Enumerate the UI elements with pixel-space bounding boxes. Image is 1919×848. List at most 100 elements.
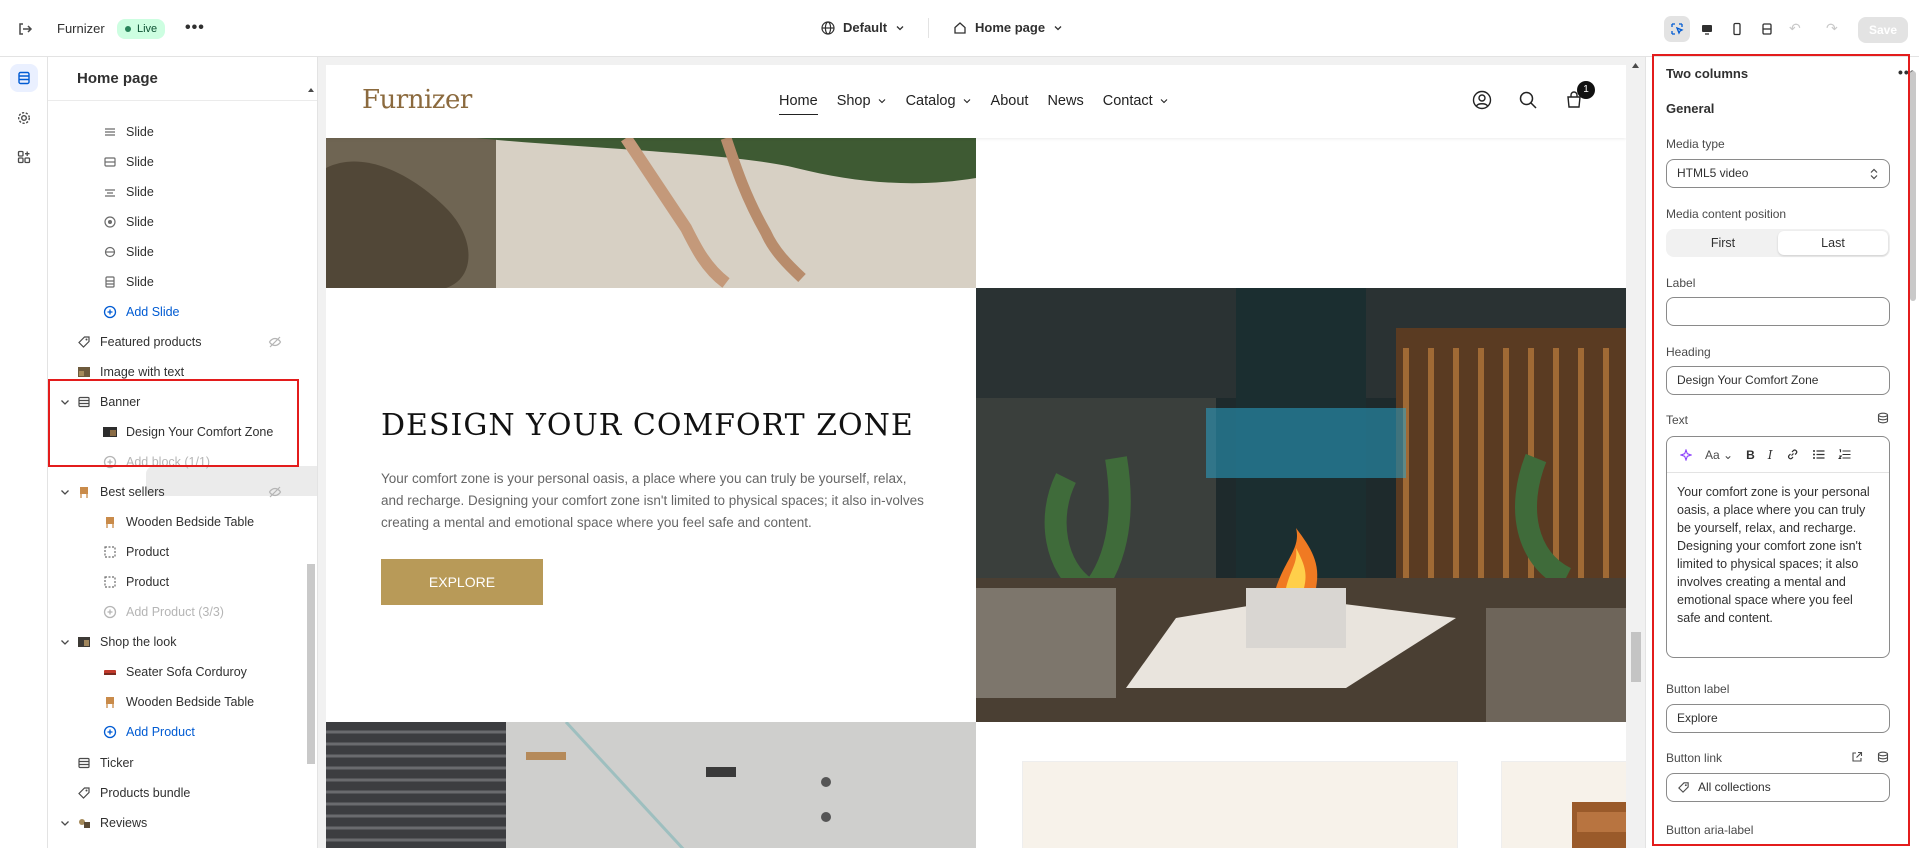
- section-products-bundle[interactable]: Products bundle: [48, 778, 303, 808]
- product-item[interactable]: Seater Sofa Corduroy: [48, 657, 303, 687]
- button-link-input[interactable]: All collections: [1666, 773, 1890, 802]
- highlight-box-left: [48, 379, 299, 467]
- item-label: Slide: [126, 185, 154, 199]
- section-best-sellers[interactable]: Best sellers: [48, 477, 303, 507]
- section-ticker[interactable]: Ticker: [48, 748, 303, 778]
- hidden-eye-icon[interactable]: [268, 335, 282, 349]
- more-actions-icon[interactable]: •••: [185, 19, 205, 37]
- apps-icon[interactable]: [10, 143, 38, 171]
- item-label: Product: [126, 545, 170, 559]
- button-aria-label: Button aria-label: [1666, 823, 1754, 837]
- section-shop-the-look[interactable]: Shop the look: [48, 627, 303, 657]
- explore-button[interactable]: EXPLORE: [381, 559, 543, 605]
- page-selector[interactable]: Home page: [953, 20, 1063, 35]
- item-label: Image with text: [100, 365, 185, 379]
- hidden-eye-icon[interactable]: [268, 485, 282, 499]
- scrollbar[interactable]: [304, 84, 317, 848]
- image-thumbnail-icon: [76, 815, 92, 831]
- placeholder-product-icon: [102, 574, 118, 590]
- banner-text-column: DESIGN YOUR COMFORT ZONE Your comfort zo…: [326, 288, 976, 722]
- slide-item[interactable]: Slide: [48, 207, 303, 237]
- add-product-button[interactable]: Add Product: [48, 717, 303, 747]
- rich-text-editor: Aa ⌄ B I Your comfort zone is your perso…: [1666, 436, 1890, 658]
- add-slide-button[interactable]: Add Slide: [48, 297, 303, 327]
- slide-item[interactable]: Slide: [48, 147, 303, 177]
- media-type-value: HTML5 video: [1677, 166, 1749, 180]
- media-type-select[interactable]: HTML5 video: [1666, 159, 1890, 188]
- product-item[interactable]: Product: [48, 567, 303, 597]
- settings-gear-icon[interactable]: [10, 104, 38, 132]
- button-label-input[interactable]: Explore: [1666, 704, 1890, 733]
- slide-icon: [102, 124, 118, 140]
- scrollbar-thumb[interactable]: [1631, 632, 1641, 682]
- scrollbar-thumb[interactable]: [307, 564, 315, 764]
- dynamic-source-icon[interactable]: [1877, 751, 1889, 763]
- nav-label: Catalog: [905, 93, 956, 109]
- dynamic-source-icon[interactable]: [1877, 412, 1889, 424]
- slide-item[interactable]: Slide: [48, 237, 303, 267]
- theme-selector[interactable]: Default: [821, 20, 905, 35]
- tag-icon: [76, 785, 92, 801]
- slide-item[interactable]: Slide: [48, 267, 303, 297]
- product-item[interactable]: Wooden Bedside Table: [48, 507, 303, 537]
- scroll-up-icon[interactable]: [307, 86, 315, 94]
- position-last-option[interactable]: Last: [1778, 231, 1888, 255]
- ai-sparkle-icon[interactable]: [1680, 448, 1692, 461]
- save-button[interactable]: Save: [1858, 17, 1908, 43]
- site-header: Furnizer Home Shop Catalog About News Co…: [326, 65, 1626, 138]
- italic-icon[interactable]: I: [1768, 448, 1773, 462]
- inspector-icon[interactable]: [1664, 16, 1690, 42]
- section-featured-products[interactable]: Featured products: [48, 327, 303, 357]
- position-first-option[interactable]: First: [1668, 231, 1778, 255]
- section-reviews[interactable]: Reviews: [48, 808, 303, 838]
- bold-icon[interactable]: B: [1746, 448, 1755, 462]
- redo-icon[interactable]: ↷: [1826, 20, 1838, 37]
- account-icon[interactable]: [1472, 90, 1492, 110]
- label-input[interactable]: [1666, 297, 1890, 326]
- chevron-down-icon[interactable]: [59, 817, 71, 829]
- numbered-list-icon[interactable]: [1837, 448, 1851, 461]
- slide-item[interactable]: Slide: [48, 117, 303, 147]
- nav-shop[interactable]: Shop: [837, 93, 887, 109]
- nav-catalog[interactable]: Catalog: [906, 93, 972, 109]
- product-item[interactable]: Wooden Bedside Table: [48, 687, 303, 717]
- preview-scrollbar[interactable]: [1626, 57, 1645, 848]
- external-link-icon[interactable]: [1851, 751, 1863, 763]
- nav-news[interactable]: News: [1047, 93, 1083, 109]
- fullscreen-view-icon[interactable]: [1754, 16, 1780, 42]
- item-label: Ticker: [100, 756, 134, 770]
- heading-input[interactable]: Design Your Comfort Zone: [1666, 366, 1890, 395]
- mobile-view-icon[interactable]: [1724, 16, 1750, 42]
- slide-icon: [102, 244, 118, 260]
- sections-icon[interactable]: [10, 64, 38, 92]
- product-card[interactable]: [1022, 761, 1458, 848]
- section-heading: General: [1666, 101, 1715, 116]
- rte-content[interactable]: Your comfort zone is your personal oasis…: [1667, 473, 1889, 657]
- product-card[interactable]: [1501, 761, 1626, 848]
- scroll-up-icon[interactable]: [1631, 61, 1640, 70]
- bullet-list-icon[interactable]: [1812, 448, 1825, 461]
- globe-icon: [821, 20, 835, 35]
- chevron-down-icon[interactable]: [59, 636, 71, 648]
- nav-about[interactable]: About: [991, 93, 1029, 109]
- font-size-icon[interactable]: Aa ⌄: [1705, 448, 1733, 462]
- staircase-image: [326, 722, 976, 848]
- nav-home[interactable]: Home: [779, 93, 818, 115]
- chevron-down-icon[interactable]: [59, 486, 71, 498]
- nav-contact[interactable]: Contact: [1103, 93, 1169, 109]
- slide-icon: [102, 154, 118, 170]
- settings-scrollbar[interactable]: [1906, 57, 1919, 848]
- settings-panel: Two columns ••• General Media type HTML5…: [1645, 57, 1919, 848]
- search-icon[interactable]: [1518, 90, 1538, 110]
- site-logo[interactable]: Furnizer: [362, 85, 472, 115]
- slide-item[interactable]: Slide: [48, 177, 303, 207]
- item-label: Shop the look: [100, 635, 177, 649]
- desktop-view-icon[interactable]: [1694, 16, 1720, 42]
- heading-field-label: Heading: [1666, 345, 1711, 359]
- product-item[interactable]: Product: [48, 537, 303, 567]
- undo-icon[interactable]: ↶: [1789, 20, 1801, 37]
- link-icon[interactable]: [1786, 448, 1799, 461]
- scrollbar-thumb[interactable]: [1910, 71, 1916, 301]
- chevron-down-icon: [1160, 99, 1168, 104]
- exit-icon[interactable]: [16, 20, 34, 38]
